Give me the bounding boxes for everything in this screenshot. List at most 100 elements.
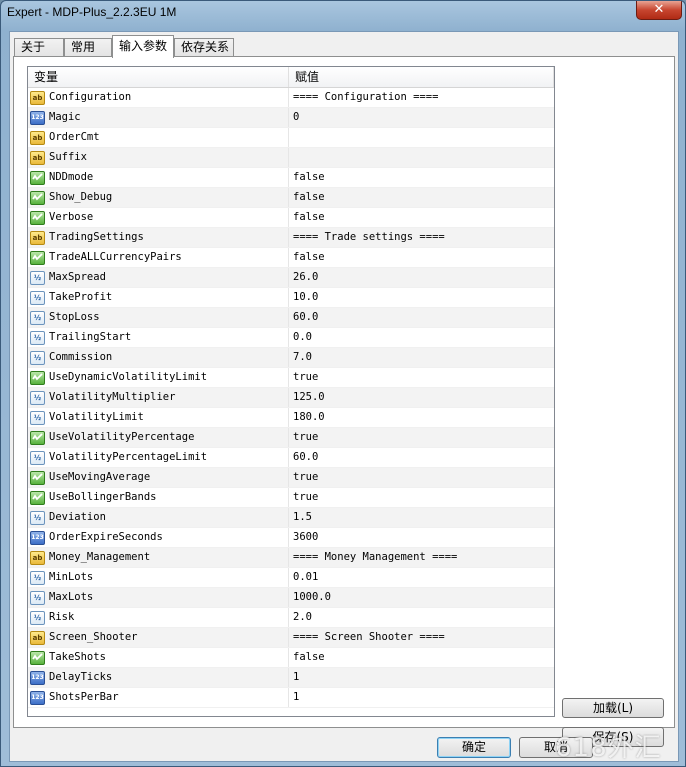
parameter-name: MaxSpread bbox=[49, 271, 106, 283]
table-row[interactable]: Verbose false bbox=[28, 208, 554, 228]
parameter-value[interactable]: 7.0 bbox=[289, 348, 554, 367]
table-row[interactable]: UseMovingAverage true bbox=[28, 468, 554, 488]
table-row[interactable]: ½ Risk 2.0 bbox=[28, 608, 554, 628]
string-type-icon: ab bbox=[30, 130, 45, 145]
parameter-name-cell: NDDmode bbox=[28, 168, 289, 187]
table-row[interactable]: ½ VolatilityMultiplier 125.0 bbox=[28, 388, 554, 408]
parameter-name-cell: ½ StopLoss bbox=[28, 308, 289, 327]
tab-about[interactable]: 关于 bbox=[14, 38, 64, 57]
parameter-value[interactable]: 1 bbox=[289, 688, 554, 707]
table-row[interactable]: 123 ShotsPerBar 1 bbox=[28, 688, 554, 708]
table-row[interactable]: ab OrderCmt bbox=[28, 128, 554, 148]
parameter-value[interactable]: 1000.0 bbox=[289, 588, 554, 607]
boolean-type-icon bbox=[30, 650, 45, 665]
table-row[interactable]: ½ StopLoss 60.0 bbox=[28, 308, 554, 328]
parameter-name-cell: ½ TakeProfit bbox=[28, 288, 289, 307]
parameter-name-cell: ½ VolatilityPercentageLimit bbox=[28, 448, 289, 467]
parameter-value[interactable]: ==== Screen Shooter ==== bbox=[289, 628, 554, 647]
table-row[interactable]: ½ Deviation 1.5 bbox=[28, 508, 554, 528]
parameter-value[interactable]: false bbox=[289, 248, 554, 267]
parameter-name-cell: ½ Commission bbox=[28, 348, 289, 367]
table-row[interactable]: UseBollingerBands true bbox=[28, 488, 554, 508]
parameter-name: Risk bbox=[49, 611, 75, 623]
parameter-value[interactable]: 0.01 bbox=[289, 568, 554, 587]
parameter-value[interactable]: true bbox=[289, 428, 554, 447]
parameter-value[interactable]: true bbox=[289, 368, 554, 387]
column-header-variable[interactable]: 变量 bbox=[28, 67, 289, 87]
parameter-name-cell: ½ VolatilityLimit bbox=[28, 408, 289, 427]
parameter-name: TradingSettings bbox=[49, 231, 144, 243]
column-header-value[interactable]: 赋值 bbox=[289, 67, 554, 87]
parameter-value[interactable]: 3600 bbox=[289, 528, 554, 547]
parameter-name: OrderCmt bbox=[49, 131, 100, 143]
parameter-value[interactable] bbox=[289, 128, 554, 147]
table-row[interactable]: 123 DelayTicks 1 bbox=[28, 668, 554, 688]
integer-type-icon: 123 bbox=[30, 690, 45, 705]
table-row[interactable]: ½ VolatilityLimit 180.0 bbox=[28, 408, 554, 428]
expert-window: Expert - MDP-Plus_2.2.3EU 1M ✕ 关于 常用 输入参… bbox=[0, 0, 686, 767]
table-row[interactable]: ab Money_Management ==== Money Management … bbox=[28, 548, 554, 568]
table-row[interactable]: Show_Debug false bbox=[28, 188, 554, 208]
tab-inputs[interactable]: 输入参数 bbox=[112, 35, 174, 58]
parameter-name: Verbose bbox=[49, 211, 94, 223]
parameter-name-cell: 123 OrderExpireSeconds bbox=[28, 528, 289, 547]
parameter-value[interactable]: 0.0 bbox=[289, 328, 554, 347]
table-row[interactable]: ab Configuration ==== Configuration ==== bbox=[28, 88, 554, 108]
ok-button[interactable]: 确定 bbox=[437, 737, 511, 758]
table-row[interactable]: NDDmode false bbox=[28, 168, 554, 188]
close-button[interactable]: ✕ bbox=[636, 1, 682, 20]
table-row[interactable]: ab Suffix bbox=[28, 148, 554, 168]
parameter-value[interactable]: ==== Trade settings ==== bbox=[289, 228, 554, 247]
parameter-value[interactable]: 60.0 bbox=[289, 308, 554, 327]
parameter-value[interactable]: ==== Money Management ==== bbox=[289, 548, 554, 567]
parameter-value[interactable]: 1 bbox=[289, 668, 554, 687]
parameter-value[interactable]: ==== Configuration ==== bbox=[289, 88, 554, 107]
table-row[interactable]: ab Screen_Shooter ==== Screen Shooter ==== bbox=[28, 628, 554, 648]
parameter-value[interactable]: false bbox=[289, 168, 554, 187]
close-icon: ✕ bbox=[653, 2, 665, 17]
parameter-value[interactable]: 10.0 bbox=[289, 288, 554, 307]
title-bar[interactable]: Expert - MDP-Plus_2.2.3EU 1M ✕ bbox=[1, 1, 685, 23]
table-row[interactable]: ½ MaxLots 1000.0 bbox=[28, 588, 554, 608]
parameter-value[interactable] bbox=[289, 148, 554, 167]
parameter-value[interactable]: 2.0 bbox=[289, 608, 554, 627]
table-row[interactable]: 123 Magic 0 bbox=[28, 108, 554, 128]
double-type-icon: ½ bbox=[30, 590, 45, 605]
parameter-value[interactable]: 180.0 bbox=[289, 408, 554, 427]
table-row[interactable]: ½ MaxSpread 26.0 bbox=[28, 268, 554, 288]
parameter-value[interactable]: 0 bbox=[289, 108, 554, 127]
tab-dependencies[interactable]: 依存关系 bbox=[174, 38, 234, 57]
parameter-name: VolatilityMultiplier bbox=[49, 391, 176, 403]
parameter-value[interactable]: 60.0 bbox=[289, 448, 554, 467]
table-row[interactable]: ½ Commission 7.0 bbox=[28, 348, 554, 368]
table-row[interactable]: ½ TakeProfit 10.0 bbox=[28, 288, 554, 308]
parameter-name: Commission bbox=[49, 351, 113, 363]
parameter-value[interactable]: false bbox=[289, 648, 554, 667]
table-row[interactable]: ½ VolatilityPercentageLimit 60.0 bbox=[28, 448, 554, 468]
parameter-name-cell: ½ Risk bbox=[28, 608, 289, 627]
table-row[interactable]: TradeALLCurrencyPairs false bbox=[28, 248, 554, 268]
load-button[interactable]: 加载(L) bbox=[562, 698, 664, 718]
parameter-value[interactable]: true bbox=[289, 468, 554, 487]
integer-type-icon: 123 bbox=[30, 530, 45, 545]
table-row[interactable]: ½ MinLots 0.01 bbox=[28, 568, 554, 588]
parameter-name-cell: ab TradingSettings bbox=[28, 228, 289, 247]
parameter-value[interactable]: 1.5 bbox=[289, 508, 554, 527]
table-row[interactable]: UseVolatilityPercentage true bbox=[28, 428, 554, 448]
parameter-value[interactable]: true bbox=[289, 488, 554, 507]
parameter-name: UseDynamicVolatilityLimit bbox=[49, 371, 208, 383]
parameter-name-cell: ½ MinLots bbox=[28, 568, 289, 587]
table-row[interactable]: ½ TrailingStart 0.0 bbox=[28, 328, 554, 348]
tab-common[interactable]: 常用 bbox=[64, 38, 112, 57]
parameter-value[interactable]: 125.0 bbox=[289, 388, 554, 407]
grid-header: 变量 赋值 bbox=[28, 67, 554, 88]
double-type-icon: ½ bbox=[30, 510, 45, 525]
table-row[interactable]: ab TradingSettings ==== Trade settings ===… bbox=[28, 228, 554, 248]
parameter-value[interactable]: false bbox=[289, 188, 554, 207]
parameter-value[interactable]: 26.0 bbox=[289, 268, 554, 287]
table-row[interactable]: UseDynamicVolatilityLimit true bbox=[28, 368, 554, 388]
table-row[interactable]: 123 OrderExpireSeconds 3600 bbox=[28, 528, 554, 548]
parameter-value[interactable]: false bbox=[289, 208, 554, 227]
parameters-grid[interactable]: 变量 赋值 ab Configuration ==== Configuration … bbox=[27, 66, 555, 717]
table-row[interactable]: TakeShots false bbox=[28, 648, 554, 668]
